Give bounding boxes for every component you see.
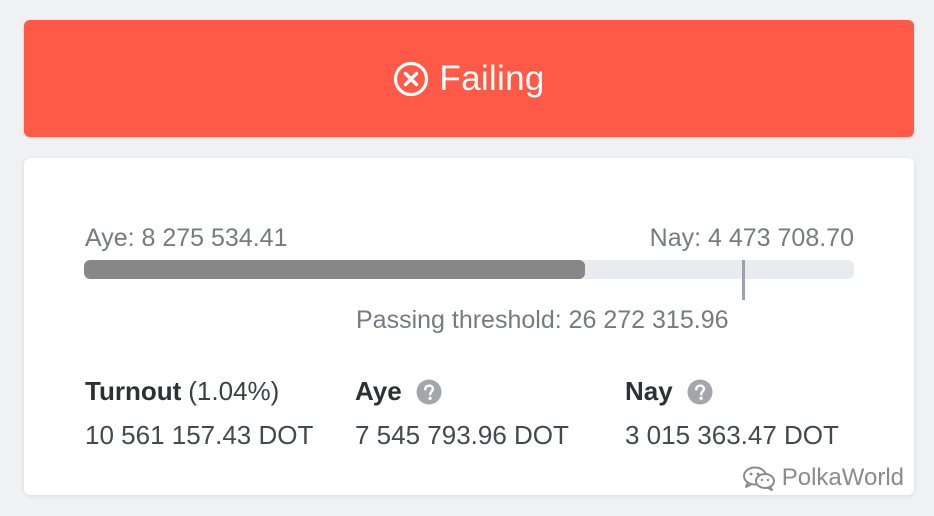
turnout-title: Turnout	[85, 376, 182, 406]
nay-value: 3 015 363.47 DOT	[625, 420, 839, 450]
aye-progress-fill	[84, 260, 585, 279]
aye-stat: Aye 7 545 793.96 DOT	[355, 376, 569, 451]
turnout-value: 10 561 157.43 DOT	[85, 420, 314, 450]
vote-progress-bar	[84, 260, 854, 279]
aye-title: Aye	[355, 376, 402, 406]
threshold-label: Passing threshold: 26 272 315.96	[356, 306, 729, 334]
aye-tally-label: Aye: 8 275 534.41	[85, 224, 288, 252]
turnout-header: Turnout (1.04%)	[85, 376, 313, 407]
nay-title: Nay	[625, 376, 673, 406]
watermark: PolkaWorld	[742, 464, 904, 492]
nay-help-icon[interactable]	[687, 379, 713, 405]
status-banner: Failing	[24, 20, 914, 137]
threshold-marker	[742, 260, 745, 300]
nay-header: Nay	[625, 376, 839, 407]
aye-value: 7 545 793.96 DOT	[355, 420, 569, 450]
turnout-percent: (1.04%)	[188, 376, 280, 406]
aye-header: Aye	[355, 376, 569, 407]
vote-card: Aye: 8 275 534.41 Nay: 4 473 708.70 Pass…	[24, 158, 914, 495]
status-label: Failing	[439, 58, 545, 98]
close-circle-icon	[393, 61, 429, 97]
aye-help-icon[interactable]	[416, 379, 442, 405]
watermark-text: PolkaWorld	[781, 464, 904, 491]
wechat-icon	[742, 465, 776, 491]
nay-tally-label: Nay: 4 473 708.70	[649, 224, 854, 252]
turnout-stat: Turnout (1.04%) 10 561 157.43 DOT	[85, 376, 313, 451]
nay-stat: Nay 3 015 363.47 DOT	[625, 376, 839, 451]
